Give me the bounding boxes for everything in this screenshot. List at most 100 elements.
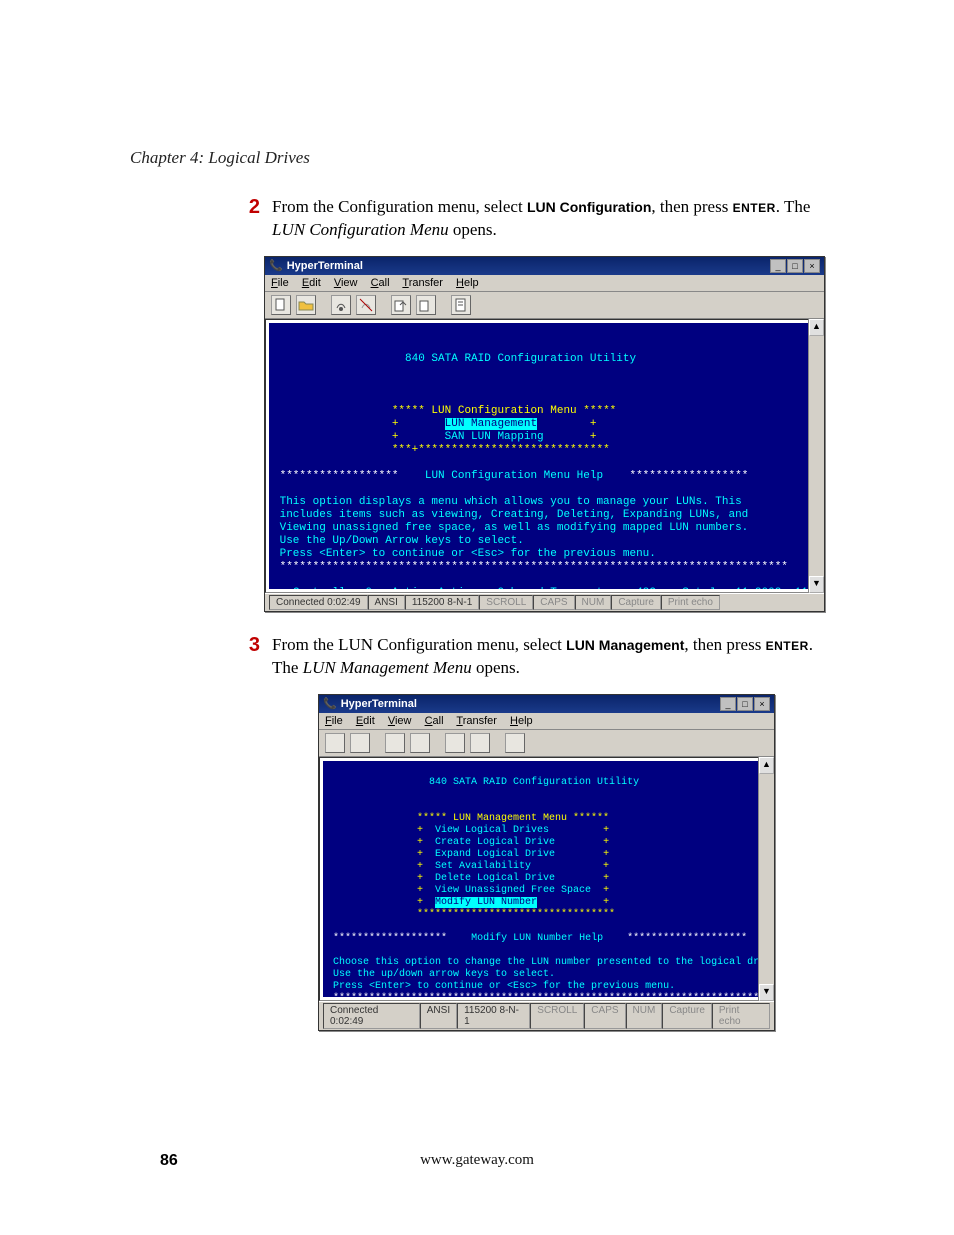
terminal[interactable]: 840 SATA RAID Configuration Utility ****…	[269, 323, 820, 589]
status-num: NUM	[626, 1003, 663, 1029]
status-scroll: SCROLL	[479, 595, 533, 610]
menu-help[interactable]: Help	[510, 715, 533, 727]
menu-item[interactable]: View Unassigned Free Space	[435, 885, 591, 896]
menu-view[interactable]: View	[334, 277, 358, 289]
status-caps: CAPS	[533, 595, 574, 610]
term-menu-header: ***** LUN Management Menu ******	[417, 813, 609, 824]
close-icon[interactable]: ×	[804, 259, 820, 273]
menu-call[interactable]: Call	[371, 277, 390, 289]
help-line: Choose this option to change the LUN num…	[333, 957, 770, 968]
menu-item[interactable]: Expand Logical Drive	[435, 849, 555, 860]
toolbar	[265, 292, 824, 319]
menu-item[interactable]: Create Logical Drive	[435, 837, 555, 848]
menu-item-lun-management[interactable]: LUN Management	[445, 418, 537, 430]
star-line: ****************************************…	[333, 993, 770, 997]
help-stars-l: *******************	[333, 933, 447, 944]
status-connected: Connected 0:02:49	[269, 595, 368, 610]
status-baud: 115200 8-N-1	[457, 1003, 530, 1029]
scroll-down-icon[interactable]: ▼	[759, 984, 774, 1001]
help-line: Press <Enter> to continue or <Esc> for t…	[280, 548, 656, 560]
toolbar-send-icon[interactable]	[445, 733, 465, 753]
text: , then press	[684, 635, 765, 654]
menu-item-modify-lun[interactable]: Modify LUN Number	[435, 897, 537, 908]
menu-call[interactable]: Call	[425, 715, 444, 727]
term-sep: *********************************	[417, 909, 615, 920]
minimize-icon[interactable]: _	[770, 259, 786, 273]
step-2: 2 From the Configuration menu, select LU…	[240, 196, 830, 242]
menu-item[interactable]: View Logical Drives	[435, 825, 549, 836]
controller-status: Controller 0: Active Active Onboard Temp…	[293, 587, 820, 589]
help-line: Use the up/down arrow keys to select.	[333, 969, 555, 980]
status-printecho: Print echo	[661, 595, 720, 610]
help-header: LUN Configuration Menu Help	[425, 470, 603, 482]
status-capture: Capture	[662, 1003, 712, 1029]
statusbar: Connected 0:02:49 ANSI 115200 8-N-1 SCRO…	[319, 1001, 774, 1030]
help-line: includes items such as viewing, Creating…	[280, 509, 749, 521]
scrollbar-vertical[interactable]: ▲ ▼	[808, 319, 824, 593]
toolbar-new-icon[interactable]	[271, 295, 291, 315]
toolbar-new-icon[interactable]	[325, 733, 345, 753]
scroll-up-icon[interactable]: ▲	[809, 319, 824, 336]
toolbar-connect-icon[interactable]	[331, 295, 351, 315]
menu-item-san-lun-mapping[interactable]: SAN LUN Mapping	[445, 431, 544, 443]
menu-file[interactable]: File	[325, 715, 343, 727]
toolbar-connect-icon[interactable]	[385, 733, 405, 753]
minimize-icon[interactable]: _	[720, 697, 736, 711]
help-stars-r: ******************	[629, 470, 748, 482]
toolbar-properties-icon[interactable]	[505, 733, 525, 753]
key-enter: ENTER	[766, 639, 809, 653]
toolbar-receive-icon[interactable]	[416, 295, 436, 315]
menu-item[interactable]: Delete Logical Drive	[435, 873, 555, 884]
help-line: This option displays a menu which allows…	[280, 496, 742, 508]
maximize-icon[interactable]: □	[737, 697, 753, 711]
scrollbar-vertical[interactable]: ▲ ▼	[758, 757, 774, 1001]
toolbar-disconnect-icon[interactable]	[356, 295, 376, 315]
menu-edit[interactable]: Edit	[302, 277, 321, 289]
term-menu-header: ***** LUN Configuration Menu *****	[392, 405, 616, 417]
text: opens.	[472, 658, 520, 677]
terminal[interactable]: 840 SATA RAID Configuration Utility ****…	[323, 761, 770, 997]
toolbar-receive-icon[interactable]	[470, 733, 490, 753]
menu-item[interactable]: Set Availability	[435, 861, 531, 872]
help-line: Viewing unassigned free space, as well a…	[280, 522, 749, 534]
statusbar: Connected 0:02:49 ANSI 115200 8-N-1 SCRO…	[265, 593, 824, 611]
text: opens.	[449, 220, 497, 239]
close-icon[interactable]: ×	[754, 697, 770, 711]
menu-help[interactable]: Help	[456, 277, 479, 289]
toolbar-properties-icon[interactable]	[451, 295, 471, 315]
menu-transfer[interactable]: Transfer	[456, 715, 497, 727]
status-baud: 115200 8-N-1	[405, 595, 479, 610]
hyperterminal-icon: 📞	[323, 697, 337, 710]
toolbar-open-icon[interactable]	[350, 733, 370, 753]
step-number: 2	[240, 196, 260, 219]
content-column: 2 From the Configuration menu, select LU…	[240, 196, 830, 1053]
step-text: From the LUN Configuration menu, select …	[272, 634, 827, 680]
menu-view[interactable]: View	[388, 715, 412, 727]
status-printecho: Print echo	[712, 1003, 770, 1029]
toolbar-open-icon[interactable]	[296, 295, 316, 315]
menu-file[interactable]: File	[271, 277, 289, 289]
maximize-icon[interactable]: □	[787, 259, 803, 273]
term-title: 840 SATA RAID Configuration Utility	[405, 353, 636, 365]
help-stars-r: ********************	[627, 933, 747, 944]
toolbar-send-icon[interactable]	[391, 295, 411, 315]
window-buttons: _□×	[769, 259, 820, 273]
menu-transfer[interactable]: Transfer	[402, 277, 443, 289]
window-titlebar: 📞 HyperTerminal _□×	[319, 695, 774, 713]
status-num: NUM	[575, 595, 612, 610]
menubar: File Edit View Call Transfer Help	[265, 275, 824, 292]
status-capture: Capture	[611, 595, 661, 610]
toolbar	[319, 730, 774, 757]
help-line: Press <Enter> to continue or <Esc> for t…	[333, 981, 675, 992]
toolbar-disconnect-icon[interactable]	[410, 733, 430, 753]
step-text: From the Configuration menu, select LUN …	[272, 196, 827, 242]
menu-edit[interactable]: Edit	[356, 715, 375, 727]
window-titlebar: 📞 HyperTerminal _□×	[265, 257, 824, 275]
text: . The	[776, 197, 811, 216]
chapter-header: Chapter 4: Logical Drives	[130, 148, 310, 168]
status-caps: CAPS	[584, 1003, 625, 1029]
scroll-down-icon[interactable]: ▼	[809, 576, 824, 593]
step-number: 3	[240, 634, 260, 657]
scroll-up-icon[interactable]: ▲	[759, 757, 774, 774]
terminal-area: 840 SATA RAID Configuration Utility ****…	[265, 319, 824, 593]
